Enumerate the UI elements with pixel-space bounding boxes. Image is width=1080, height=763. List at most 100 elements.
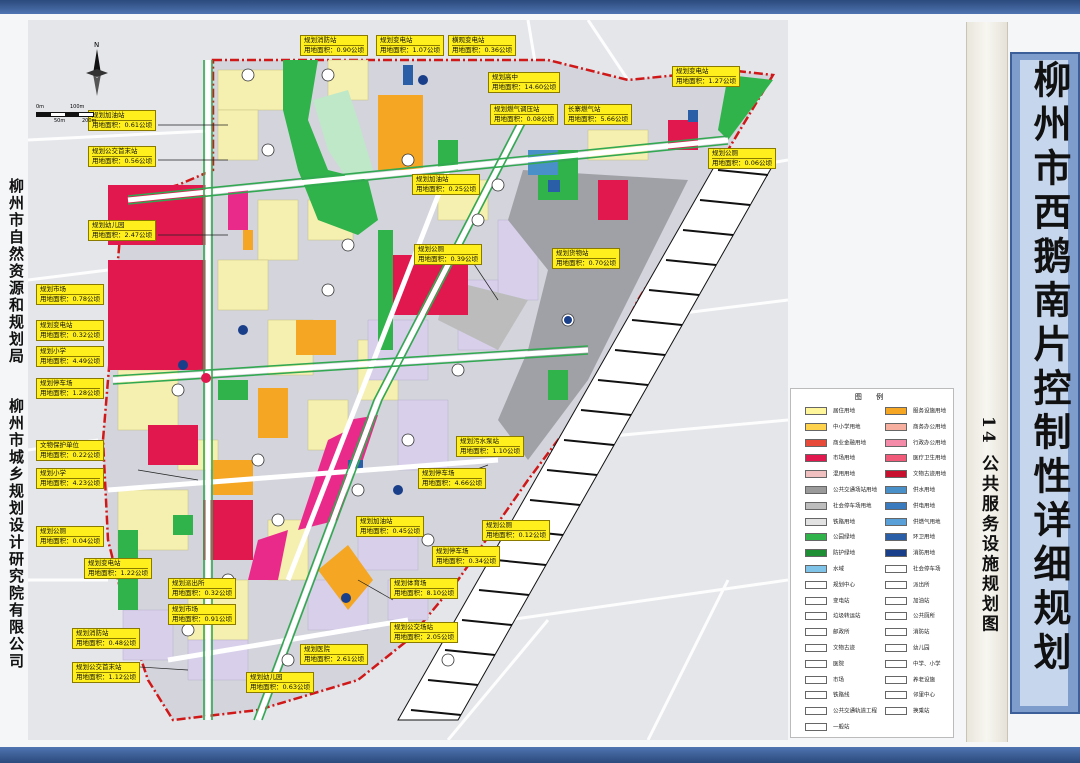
legend-swatch (805, 612, 827, 621)
legend-swatch (805, 707, 827, 716)
legend-swatch (805, 723, 827, 731)
callout-toilet-east: 规划公厕 用地面积：0.06公顷 (708, 148, 776, 169)
agency-natural-resources: 柳州市自然资源和规划局 (7, 178, 25, 365)
legend-item: 社会停车场 (885, 565, 941, 574)
callout-kindergarten-north: 规划幼儿园 用地面积：2.47公顷 (88, 220, 156, 241)
legend-swatch (805, 596, 827, 605)
legend-item: 消防站 (885, 628, 930, 637)
legend-label: 换乘站 (913, 708, 930, 715)
legend-label: 商业金融用地 (833, 440, 867, 447)
scale-bar: 0m 50m 100m 200m (36, 104, 96, 128)
callout-high-school: 规划高中 用地面积：14.60公顷 (488, 72, 561, 93)
legend-label: 一般站 (833, 724, 850, 731)
legend-item: 公共交通轨道工程 (805, 707, 877, 716)
legend-item: 医疗卫生用地 (885, 454, 946, 463)
legend-label: 医院 (833, 661, 845, 668)
legend-label: 消防用地 (913, 550, 936, 557)
legend-swatch (885, 565, 907, 573)
callout-stadium: 规划体育场 用地面积：8.10公顷 (390, 578, 458, 599)
callout-gas-station-north: 规划加油站 用地面积：0.61公顷 (88, 110, 156, 131)
legend-label: 市场用地 (833, 455, 856, 462)
legend-swatch (885, 612, 907, 621)
callout-substation-west: 规划变电站 用地面积：0.32公顷 (36, 320, 104, 341)
legend-label: 消防站 (913, 629, 930, 636)
legend-item: 消防用地 (885, 549, 935, 558)
callout-toilet-mid: 规划公厕 用地面积：0.39公顷 (414, 244, 482, 265)
legend-swatch (885, 628, 907, 637)
legend-label: 养老设施 (913, 677, 936, 684)
scale-label-0: 0m (36, 104, 45, 110)
legend-swatch (805, 454, 827, 463)
legend-item: 变电站 (805, 596, 850, 606)
callout-market-west: 规划市场 用地面积：0.78公顷 (36, 284, 104, 305)
callout-changzhai-gas: 长寨燃气站 用地面积：5.66公顷 (564, 104, 632, 125)
callout-fire-station-north: 规划消防站 用地面积：0.90公顷 (300, 35, 368, 56)
legend-item: 邻里中心 (885, 691, 935, 700)
legend-label: 规划中心 (833, 582, 856, 589)
legend-label: 环卫用地 (913, 534, 936, 541)
callout-primary-school-west: 规划小学 用地面积：4.49公顷 (36, 346, 104, 367)
legend-swatch (805, 628, 827, 637)
callout-substation-south: 规划变电站 用地面积：1.22公顷 (84, 558, 152, 579)
legend-label: 加油站 (913, 598, 930, 605)
legend-label: 供水用地 (913, 487, 936, 494)
callout-freight-station: 规划货物站 用地面积：0.70公顷 (552, 248, 620, 269)
legend-label: 社会停车场用地 (833, 503, 872, 510)
legend-label: 文物古迹用地 (913, 471, 947, 478)
legend-label: 居住用地 (833, 408, 856, 415)
legend-item: 一般站 (805, 723, 850, 732)
legend-swatch (805, 565, 827, 573)
legend-item: 供燃气用地 (885, 517, 941, 527)
sheet-subtitle: 14 公共服务设施规划图 (978, 416, 998, 635)
legend-item: 铁路用地 (805, 517, 855, 527)
legend-swatch (885, 407, 907, 415)
map-sheet: 规划消防站 用地面积：0.90公顷 规划变电站 用地面积：1.07公顷 横观变电站用… (0, 0, 1080, 763)
legend-item: 公园绿地 (805, 533, 855, 542)
north-label: N (94, 41, 99, 49)
callout-sewage-pump: 规划污水泵站 用地面积：1.10公顷 (456, 436, 524, 457)
main-title: 柳州市西鹅南片控制性详细规划 (1027, 60, 1072, 676)
legend-label: 医疗卫生用地 (913, 455, 947, 462)
legend-label: 水域 (833, 566, 845, 573)
callout-gas-station-south: 规划加油站 用地面积：0.45公顷 (356, 516, 424, 537)
legend-swatch (805, 549, 827, 558)
callout-bus-terminal-north: 规划公交首末站 用地面积：0.56公顷 (88, 146, 156, 167)
legend-item: 加油站 (885, 596, 930, 606)
legend-label: 垃圾转运站 (833, 613, 861, 620)
callout-toilet-west: 规划公厕 用地面积：0.04公顷 (36, 526, 104, 547)
legend-item: 铁路线 (805, 691, 850, 700)
legend-item: 中学、小学 (885, 659, 941, 669)
legend-item: 市场用地 (805, 454, 855, 463)
legend-label: 公共交通场站用地 (833, 487, 878, 494)
legend-item: 文物古迹 (805, 644, 855, 653)
legend-swatch (885, 454, 907, 463)
callout-parking-west: 规划停车场 用地面积：1.28公顷 (36, 378, 104, 399)
bottom-frame-bar (0, 747, 1080, 763)
legend-swatch (805, 659, 827, 668)
callout-heritage-site: 文物保护单位 用地面积：0.22公顷 (36, 440, 104, 461)
legend-item: 垃圾转运站 (805, 612, 861, 621)
legend-item: 派出所 (885, 580, 930, 590)
legend-item: 服务设施用地 (885, 407, 946, 416)
legend-label: 邮政所 (833, 629, 850, 636)
callout-kindergarten-south: 规划幼儿园 用地面积：0.63公顷 (246, 672, 314, 693)
legend-swatch (885, 644, 907, 652)
legend-swatch (885, 596, 907, 605)
callout-market-south: 规划市场 用地面积：0.91公顷 (168, 604, 236, 625)
legend-item: 防护绿地 (805, 549, 855, 558)
legend-swatch (885, 501, 907, 510)
legend-item: 换乘站 (885, 707, 930, 716)
legend-label: 商务办公用地 (913, 424, 947, 431)
legend-swatch (885, 675, 907, 684)
scale-label-200: 200m (82, 118, 97, 124)
legend-label: 市场 (833, 677, 845, 684)
callout-fire-station-south: 规划消防站 用地面积：0.48公顷 (72, 628, 140, 649)
legend-item: 居住用地 (805, 407, 855, 416)
legend-item: 商业金融用地 (805, 438, 867, 448)
legend-swatch (805, 675, 827, 684)
legend-swatch (885, 470, 907, 479)
legend-label: 服务设施用地 (913, 408, 947, 415)
callout-gas-station-mid: 规划加油站 用地面积：0.25公顷 (412, 174, 480, 195)
scale-label-50: 50m (54, 118, 66, 124)
callout-bus-terminal-south: 规划公交首末站 用地面积：1.12公顷 (72, 662, 140, 683)
